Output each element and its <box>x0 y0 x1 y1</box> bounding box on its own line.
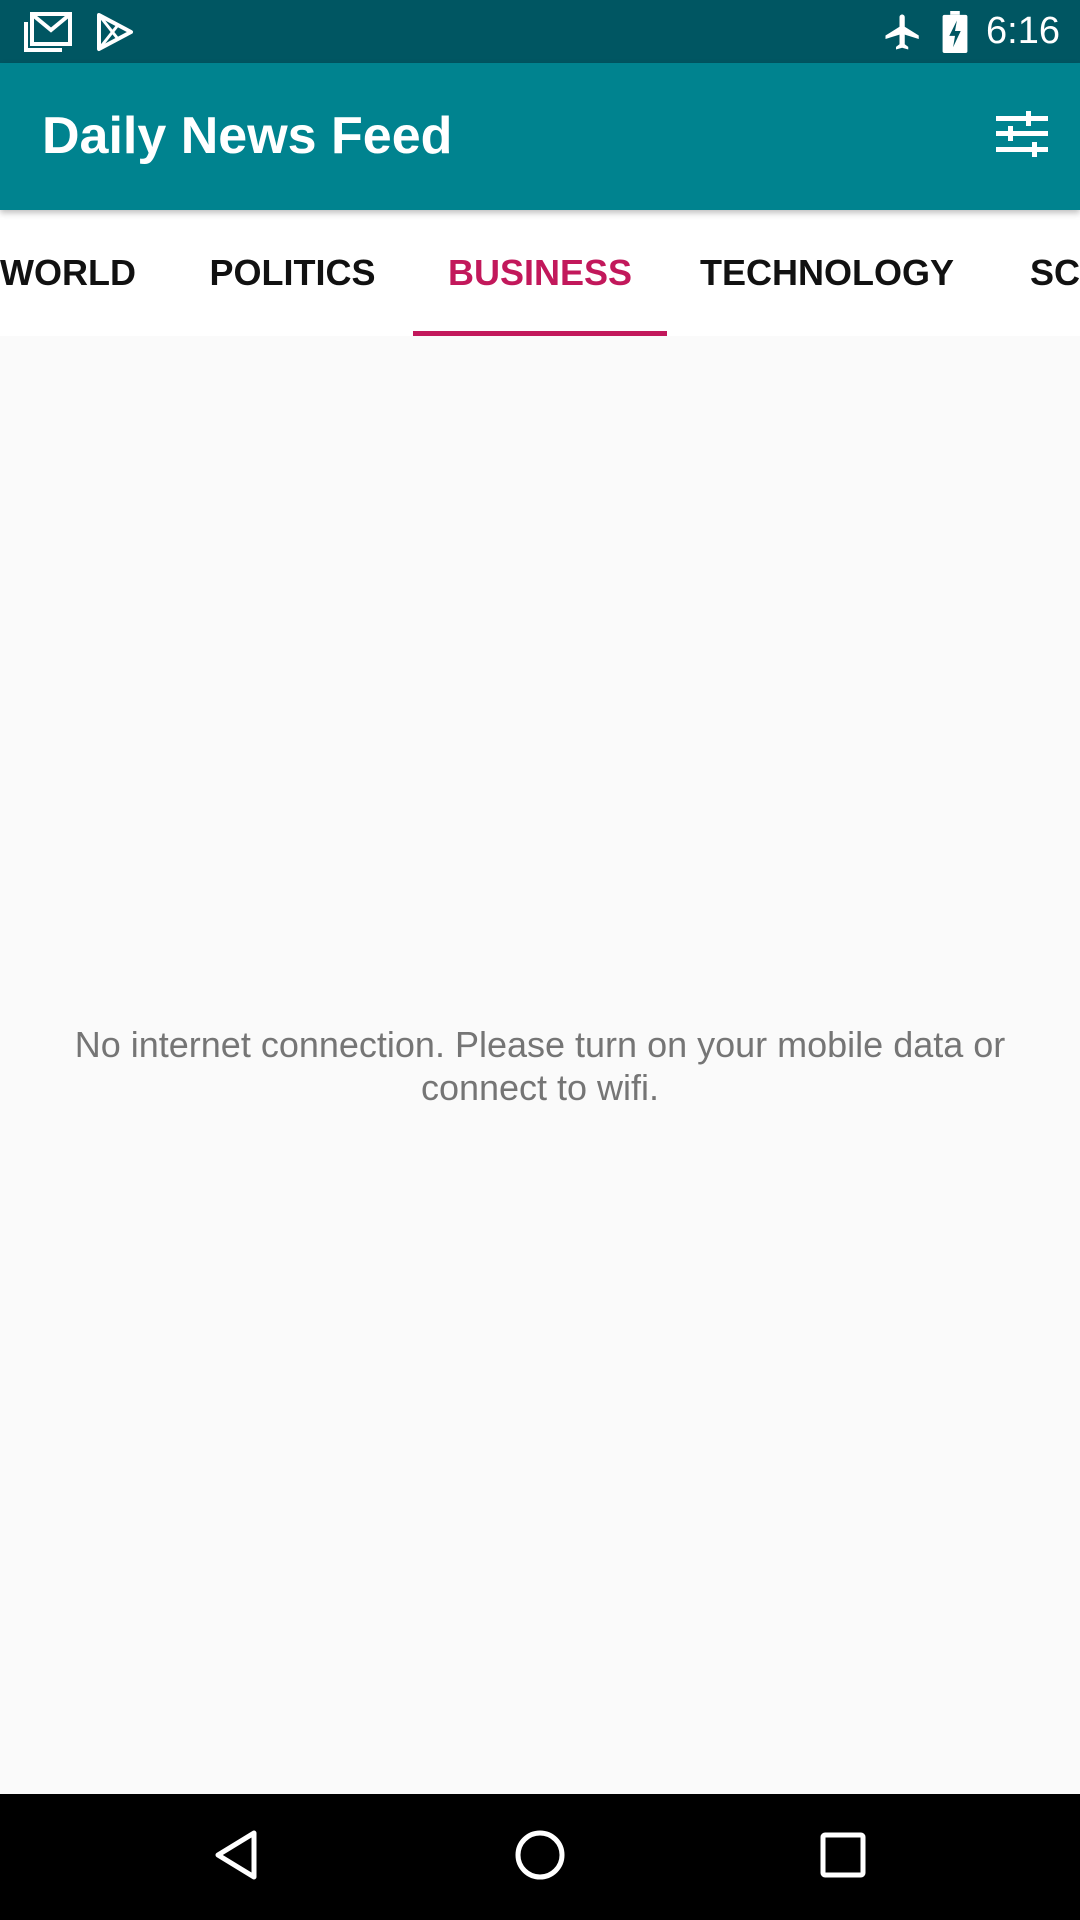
play-store-icon <box>96 12 134 52</box>
news-list-area: No internet connection. Please turn on y… <box>0 336 1080 1794</box>
status-bar: 6:16 <box>0 0 1080 63</box>
filter-button[interactable] <box>982 96 1062 176</box>
tab-business-label: BUSINESS <box>447 252 633 293</box>
tab-science[interactable]: SC <box>1030 210 1080 336</box>
tab-business[interactable]: BUSINESS <box>413 210 667 336</box>
category-tabs: WORLD POLITICS BUSINESS TECHNOLOGY SC <box>0 210 1080 336</box>
system-nav-bar <box>0 1794 1080 1920</box>
filter-sliders-icon <box>996 110 1048 162</box>
tab-technology[interactable]: TECHNOLOGY <box>667 210 987 336</box>
home-button[interactable] <box>500 1817 580 1897</box>
airplane-mode-icon <box>882 11 924 53</box>
recents-button[interactable] <box>803 1817 883 1897</box>
recents-icon <box>819 1831 867 1884</box>
status-notifications <box>24 10 134 54</box>
home-icon <box>513 1828 567 1887</box>
status-system: 6:16 <box>882 0 1060 63</box>
app-title: Daily News Feed <box>42 107 453 165</box>
app-bar: Daily News Feed <box>0 63 1080 210</box>
tab-world[interactable]: WORLD <box>0 210 136 336</box>
battery-charging-icon <box>942 10 968 53</box>
active-tab-indicator <box>413 331 667 336</box>
gmail-icon <box>24 12 72 52</box>
screen: 6:16 Daily News Feed WORLD POLITICS BUSI… <box>0 0 1080 1920</box>
empty-state-message: No internet connection. Please turn on y… <box>74 1024 1006 1108</box>
back-icon <box>211 1828 261 1887</box>
back-button[interactable] <box>196 1817 276 1897</box>
status-time: 6:16 <box>986 10 1060 52</box>
tab-politics[interactable]: POLITICS <box>170 210 415 336</box>
